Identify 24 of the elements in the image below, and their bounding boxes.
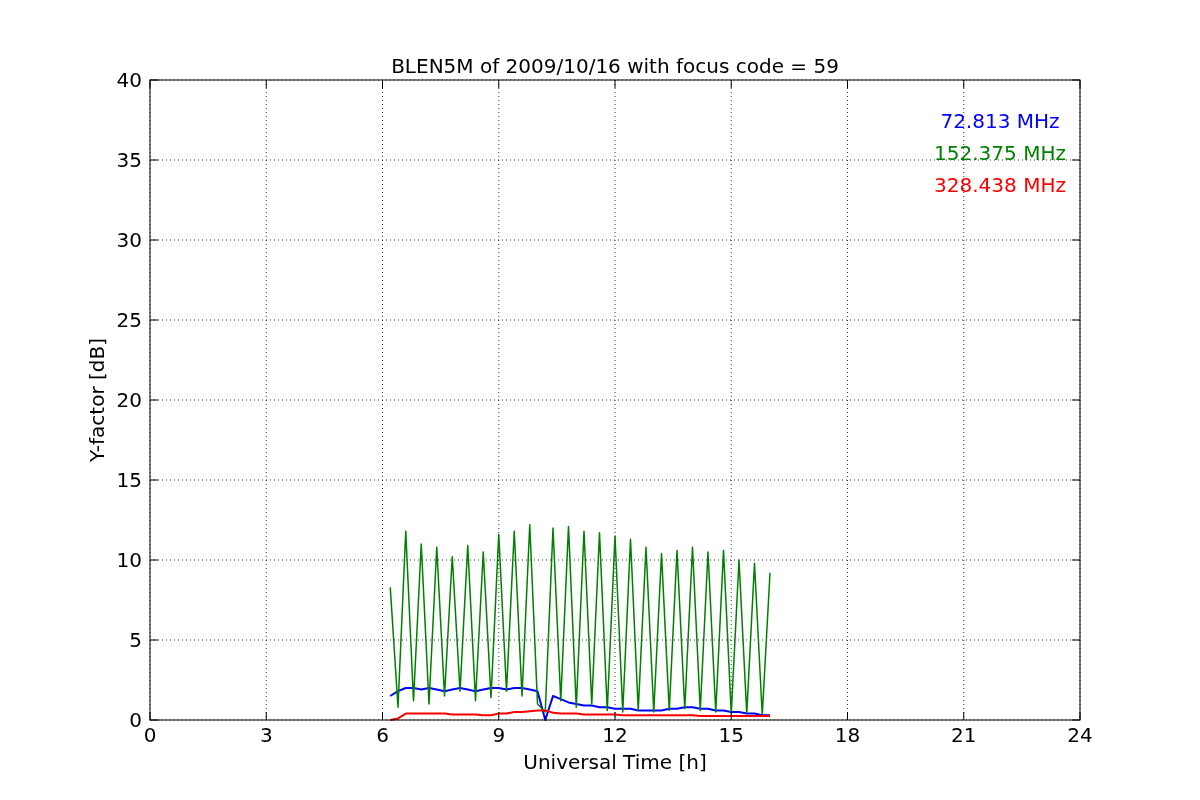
legend-label: 152.375 MHz — [934, 141, 1066, 165]
tick-label: 10 — [116, 548, 142, 572]
tick-label: 18 — [834, 723, 861, 747]
tick-label: 20 — [116, 388, 142, 412]
tick-label: 0 — [129, 708, 142, 732]
tick-label: 15 — [116, 468, 142, 492]
tick-label: 5 — [129, 628, 142, 652]
tick-label: 15 — [718, 723, 744, 747]
tick-label: 6 — [376, 723, 389, 747]
tick-label: 12 — [602, 723, 628, 747]
tick-label: 30 — [116, 228, 142, 252]
tick-label: 3 — [259, 723, 273, 747]
tick-label: 40 — [116, 68, 142, 92]
legend-label: 328.438 MHz — [934, 173, 1066, 197]
x-axis-label: Universal Time [h] — [523, 750, 707, 774]
tick-label: 25 — [116, 308, 142, 332]
tick-label: 0 — [143, 723, 157, 747]
legend-label: 72.813 MHz — [940, 109, 1060, 133]
tick-label: 21 — [951, 723, 977, 747]
tick-label: 24 — [1067, 723, 1093, 747]
y-axis-label: Y-factor [dB] — [85, 338, 109, 462]
tick-label: 35 — [116, 148, 142, 172]
chart-title: BLEN5M of 2009/10/16 with focus code = 59 — [391, 54, 839, 78]
tick-label: 9 — [492, 723, 506, 747]
